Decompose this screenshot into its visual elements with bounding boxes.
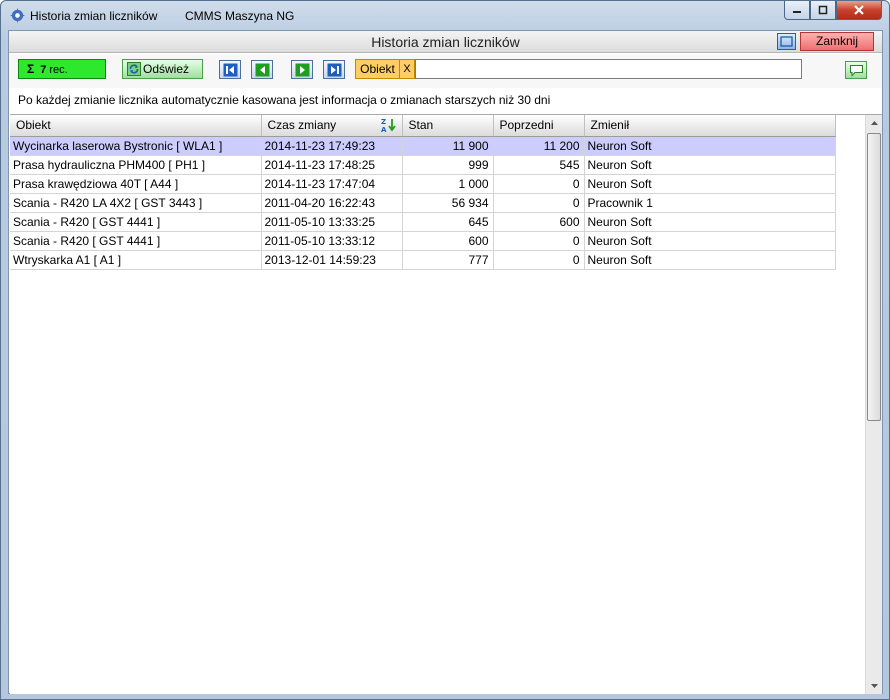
cell-object: Scania - R420 [ GST 4441 ] [10,231,262,251]
restore-window-button[interactable] [777,33,796,50]
cell-change-time: 2014-11-23 17:47:04 [261,174,403,194]
cell-object: Prasa krawędziowa 40T [ A44 ] [10,174,262,194]
refresh-icon [127,62,141,76]
cell-changed-by: Neuron Soft [584,136,836,156]
first-record-button[interactable] [219,60,241,79]
refresh-label: Odśwież [143,62,190,76]
cell-change-time: 2013-12-01 14:59:23 [261,250,403,270]
window-close-button[interactable] [836,1,882,20]
cell-previous: 11 200 [493,136,585,156]
cell-changed-by: Neuron Soft [584,231,836,251]
app-window: Historia zmian liczników CMMS Maszyna NG… [0,0,890,700]
filter-input[interactable] [415,59,802,79]
cell-state: 11 900 [402,136,494,156]
table-row[interactable]: Prasa hydrauliczna PHM400 [ PH1 ] 2014-1… [10,155,836,175]
scroll-down-icon[interactable] [867,678,882,694]
close-form-button[interactable]: Zamknij [800,32,874,51]
window-title: Historia zmian liczników [30,9,158,23]
column-header-change-time-label: Czas zmiany [267,118,337,133]
info-text: Po każdej zmianie licznika automatycznie… [18,93,551,107]
sum-icon: Σ [27,62,35,76]
column-header-changed-by[interactable]: Zmienił [584,115,836,137]
cell-changed-by: Neuron Soft [584,212,836,232]
app-name: CMMS Maszyna NG [185,9,295,23]
cell-change-time: 2011-05-10 13:33:25 [261,212,403,232]
maximize-icon [818,5,828,15]
next-icon [295,63,310,77]
svg-text:A: A [381,126,387,133]
form-header: Historia zmian liczników Zamknij [9,31,882,53]
column-header-previous[interactable]: Poprzedni [493,115,585,137]
table-row[interactable]: Scania - R420 [ GST 4441 ] 2011-05-10 13… [10,212,836,232]
cell-object: Wycinarka laserowa Bystronic [ WLA1 ] [10,136,262,156]
table-row[interactable]: Wtryskarka A1 [ A1 ] 2013-12-01 14:59:23… [10,250,836,270]
record-count-badge: Σ 7 rec. [18,59,106,79]
last-record-button[interactable] [323,60,345,79]
app-gear-icon [10,8,25,23]
vertical-scrollbar[interactable] [865,115,882,694]
cell-previous: 600 [493,212,585,232]
cell-state: 600 [402,231,494,251]
column-header-object[interactable]: Obiekt [10,115,262,137]
cell-change-time: 2011-05-10 13:33:12 [261,231,403,251]
speech-bubble-icon [850,65,863,77]
table-header-row: Obiekt Czas zmiany Z A Stan Poprzedni Zm… [10,115,836,137]
cell-previous: 0 [493,174,585,194]
cell-object: Scania - R420 [ GST 4441 ] [10,212,262,232]
cell-state: 999 [402,155,494,175]
cell-changed-by: Neuron Soft [584,155,836,175]
record-count-unit: rec. [49,64,68,76]
last-icon [327,63,342,77]
cell-previous: 0 [493,231,585,251]
cell-state: 645 [402,212,494,232]
previous-record-button[interactable] [251,60,273,79]
form-title: Historia zmian liczników [371,34,520,50]
scroll-up-icon[interactable] [867,115,882,131]
cell-changed-by: Neuron Soft [584,250,836,270]
minimize-icon [793,11,801,13]
cell-changed-by: Neuron Soft [584,174,836,194]
window-icon [780,36,793,47]
record-count-value: 7 [40,64,47,76]
counter-history-table: Obiekt Czas zmiany Z A Stan Poprzedni Zm… [10,115,836,270]
first-icon [223,63,238,77]
cell-change-time: 2014-11-23 17:49:23 [261,136,403,156]
close-icon [854,5,864,15]
column-header-change-time[interactable]: Czas zmiany Z A [261,115,403,137]
column-header-state[interactable]: Stan [402,115,494,137]
cell-previous: 545 [493,155,585,175]
cell-object: Wtryskarka A1 [ A1 ] [10,250,262,270]
table-row[interactable]: Scania - R420 [ GST 4441 ] 2011-05-10 13… [10,231,836,251]
title-bar[interactable]: Historia zmian liczników CMMS Maszyna NG [1,1,889,29]
scrollbar-thumb[interactable] [867,133,881,421]
cell-object: Scania - R420 LA 4X2 [ GST 3443 ] [10,193,262,213]
cell-previous: 0 [493,193,585,213]
cell-change-time: 2014-11-23 17:48:25 [261,155,403,175]
filter-field-label[interactable]: Obiekt [355,59,400,79]
table-row[interactable]: Scania - R420 LA 4X2 [ GST 3443 ] 2011-0… [10,193,836,213]
sort-descending-icon: Z A [381,118,396,133]
comment-button[interactable] [845,61,867,79]
data-grid: Obiekt Czas zmiany Z A Stan Poprzedni Zm… [10,114,882,694]
toolbar: Σ 7 rec. Odśwież Obiekt X [9,54,882,88]
cell-object: Prasa hydrauliczna PHM400 [ PH1 ] [10,155,262,175]
svg-text:Z: Z [381,118,386,126]
maximize-button[interactable] [810,1,836,20]
minimize-button[interactable] [784,1,810,20]
table-row[interactable]: Prasa krawędziowa 40T [ A44 ] 2014-11-23… [10,174,836,194]
client-area: Historia zmian liczników Zamknij Σ 7 rec. … [8,30,883,694]
cell-state: 56 934 [402,193,494,213]
cell-previous: 0 [493,250,585,270]
previous-icon [255,63,270,77]
table-row[interactable]: Wycinarka laserowa Bystronic [ WLA1 ] 20… [10,136,836,156]
refresh-button[interactable]: Odśwież [122,59,203,79]
cell-changed-by: Pracownik 1 [584,193,836,213]
filter-clear-button[interactable]: X [400,59,415,79]
cell-change-time: 2011-04-20 16:22:43 [261,193,403,213]
next-record-button[interactable] [291,60,313,79]
cell-state: 1 000 [402,174,494,194]
cell-state: 777 [402,250,494,270]
